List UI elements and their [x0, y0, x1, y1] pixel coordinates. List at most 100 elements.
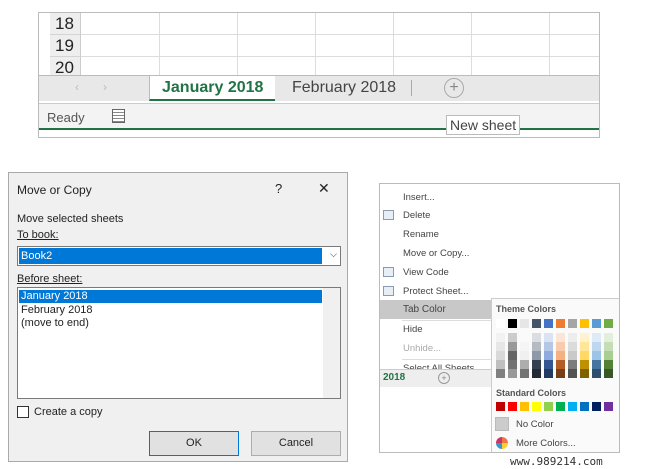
theme-color-shade[interactable]	[568, 333, 577, 342]
theme-color-shade[interactable]	[496, 351, 505, 360]
theme-color-swatch[interactable]	[520, 319, 529, 328]
theme-color-shade[interactable]	[556, 351, 565, 360]
theme-color-swatch[interactable]	[508, 319, 517, 328]
theme-color-shade[interactable]	[544, 360, 553, 369]
theme-color-shade[interactable]	[532, 351, 541, 360]
theme-color-shade[interactable]	[508, 342, 517, 351]
theme-color-shade[interactable]	[556, 342, 565, 351]
menu-item-protect-sheet[interactable]: Protect Sheet...	[380, 282, 491, 301]
standard-color-swatch[interactable]	[604, 402, 613, 411]
theme-color-shade[interactable]	[544, 369, 553, 378]
theme-color-shade[interactable]	[556, 369, 565, 378]
theme-color-shade[interactable]	[580, 351, 589, 360]
theme-color-shade[interactable]	[604, 333, 613, 342]
theme-color-shade[interactable]	[568, 369, 577, 378]
theme-color-shade[interactable]	[556, 360, 565, 369]
create-copy-checkbox[interactable]	[17, 406, 29, 418]
theme-color-shade[interactable]	[532, 342, 541, 351]
to-book-select[interactable]: Book2 ⌵	[17, 246, 341, 266]
help-button[interactable]: ?	[275, 181, 282, 196]
new-sheet-plus-icon[interactable]: +	[438, 372, 450, 384]
menu-item-insert[interactable]: Insert...	[380, 188, 491, 207]
theme-color-shade[interactable]	[592, 351, 601, 360]
theme-color-shade[interactable]	[568, 351, 577, 360]
cancel-button[interactable]: Cancel	[251, 431, 341, 456]
list-item[interactable]: February 2018	[21, 304, 93, 316]
standard-color-swatch[interactable]	[496, 402, 505, 411]
theme-color-shade[interactable]	[568, 342, 577, 351]
new-sheet-plus-icon[interactable]: +	[444, 78, 464, 98]
theme-color-shade[interactable]	[496, 342, 505, 351]
theme-color-shade[interactable]	[580, 333, 589, 342]
theme-color-shade[interactable]	[580, 342, 589, 351]
theme-color-swatch[interactable]	[568, 319, 577, 328]
no-color-swatch[interactable]	[495, 417, 509, 431]
theme-color-swatch[interactable]	[604, 319, 613, 328]
sheet-tab[interactable]: 2018	[383, 372, 405, 383]
menu-item-move-or-copy[interactable]: Move or Copy...	[380, 244, 491, 263]
ok-button[interactable]: OK	[149, 431, 239, 456]
tab-january-2018[interactable]: January 2018	[149, 76, 276, 101]
theme-color-shade[interactable]	[520, 333, 529, 342]
theme-color-shade[interactable]	[544, 333, 553, 342]
theme-color-shade[interactable]	[532, 369, 541, 378]
theme-color-shade[interactable]	[580, 369, 589, 378]
close-button[interactable]: ✕	[318, 180, 330, 197]
menu-item-delete[interactable]: Delete	[380, 206, 491, 225]
theme-color-shade[interactable]	[592, 360, 601, 369]
theme-color-shade[interactable]	[496, 333, 505, 342]
row-header-18[interactable]: 18	[50, 13, 81, 35]
standard-color-swatch[interactable]	[532, 402, 541, 411]
theme-color-shade[interactable]	[508, 360, 517, 369]
theme-color-shade[interactable]	[532, 360, 541, 369]
theme-color-swatch[interactable]	[592, 319, 601, 328]
row-header-19[interactable]: 19	[50, 35, 81, 57]
more-colors-item[interactable]: More Colors...	[516, 438, 576, 449]
list-item[interactable]: (move to end)	[21, 317, 89, 329]
scroll-right-icon[interactable]: ›	[103, 80, 107, 94]
menu-item-unhide[interactable]: Unhide...	[380, 339, 491, 358]
before-sheet-list[interactable]: January 2018 February 2018 (move to end)	[17, 287, 341, 399]
theme-color-shade[interactable]	[592, 333, 601, 342]
theme-color-shade[interactable]	[532, 333, 541, 342]
theme-color-shade[interactable]	[520, 369, 529, 378]
standard-color-swatch[interactable]	[556, 402, 565, 411]
theme-color-shade[interactable]	[568, 360, 577, 369]
menu-item-hide[interactable]: Hide	[380, 320, 491, 339]
menu-item-view-code[interactable]: View Code	[380, 263, 491, 282]
theme-color-swatch[interactable]	[496, 319, 505, 328]
theme-color-swatch[interactable]	[532, 319, 541, 328]
theme-color-shade[interactable]	[604, 369, 613, 378]
menu-item-tab-color[interactable]: Tab Color	[380, 300, 491, 319]
standard-color-swatch[interactable]	[568, 402, 577, 411]
menu-item-rename[interactable]: Rename	[380, 225, 491, 244]
standard-color-swatch[interactable]	[508, 402, 517, 411]
no-color-item[interactable]: No Color	[516, 419, 554, 430]
theme-color-shade[interactable]	[520, 342, 529, 351]
theme-color-shade[interactable]	[604, 342, 613, 351]
theme-color-shade[interactable]	[496, 360, 505, 369]
list-item[interactable]: January 2018	[19, 290, 322, 303]
standard-color-swatch[interactable]	[520, 402, 529, 411]
theme-color-shade[interactable]	[592, 342, 601, 351]
theme-color-shade[interactable]	[496, 369, 505, 378]
scrollbar[interactable]	[323, 288, 340, 398]
standard-color-swatch[interactable]	[544, 402, 553, 411]
tab-february-2018[interactable]: February 2018	[280, 76, 408, 101]
theme-color-shade[interactable]	[520, 351, 529, 360]
theme-color-shade[interactable]	[580, 360, 589, 369]
theme-color-swatch[interactable]	[556, 319, 565, 328]
theme-color-shade[interactable]	[592, 369, 601, 378]
theme-color-shade[interactable]	[520, 360, 529, 369]
standard-color-swatch[interactable]	[580, 402, 589, 411]
theme-color-shade[interactable]	[556, 333, 565, 342]
chevron-down-icon[interactable]: ⌵	[330, 249, 337, 260]
theme-color-shade[interactable]	[604, 360, 613, 369]
theme-color-swatch[interactable]	[580, 319, 589, 328]
theme-color-shade[interactable]	[604, 351, 613, 360]
theme-color-shade[interactable]	[508, 351, 517, 360]
standard-color-swatch[interactable]	[592, 402, 601, 411]
macro-record-icon[interactable]	[112, 109, 125, 123]
theme-color-shade[interactable]	[508, 369, 517, 378]
theme-color-shade[interactable]	[508, 333, 517, 342]
